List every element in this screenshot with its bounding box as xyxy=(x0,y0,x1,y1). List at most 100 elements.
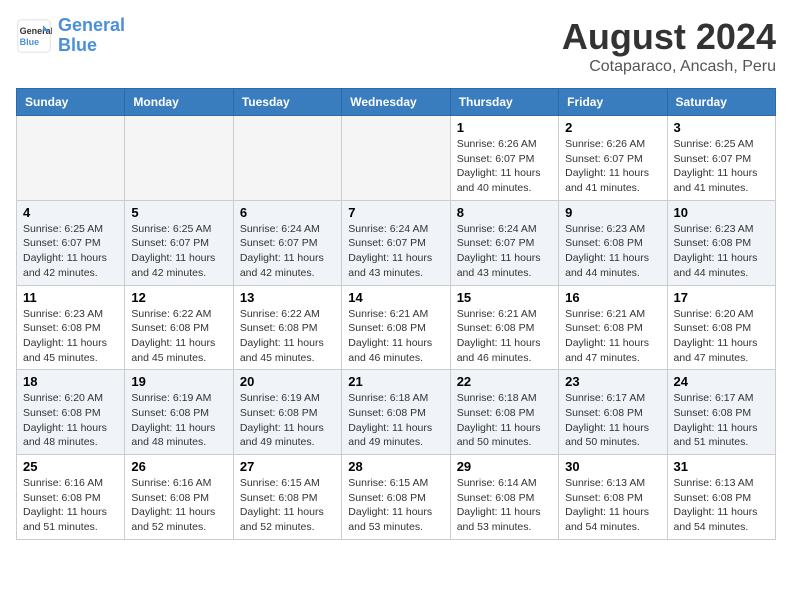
calendar-cell: 6Sunrise: 6:24 AM Sunset: 6:07 PM Daylig… xyxy=(233,200,341,285)
cell-date: 4 xyxy=(23,205,118,220)
cell-date: 3 xyxy=(674,120,769,135)
calendar-title: August 2024 xyxy=(562,16,776,58)
cell-date: 10 xyxy=(674,205,769,220)
cell-info: Sunrise: 6:20 AM Sunset: 6:08 PM Dayligh… xyxy=(674,307,769,366)
cell-info: Sunrise: 6:22 AM Sunset: 6:08 PM Dayligh… xyxy=(240,307,335,366)
calendar-cell: 13 Sunrise: 6:22 AM Sunset: 6:08 PM Dayli… xyxy=(233,285,341,370)
cell-info: Sunrise: 6:21 AM Sunset: 6:08 PM Dayligh… xyxy=(348,307,443,366)
cell-date: 12 xyxy=(131,290,226,305)
calendar-cell: 5 Sunrise: 6:25 AM Sunset: 6:07 PM Daylig… xyxy=(125,200,233,285)
cell-info: Sunrise: 6:15 AM Sunset: 6:08 PM Dayligh… xyxy=(348,476,443,535)
cell-info: Sunrise: 6:25 AM Sunset: 6:07 PM Dayligh… xyxy=(131,222,226,281)
calendar-cell: 27 Sunrise: 6:15 AM Sunset: 6:08 PM Dayli… xyxy=(233,455,341,540)
cell-date: 31 xyxy=(674,459,769,474)
cell-info: Sunrise: 6:18 AM Sunset: 6:08 PM Dayligh… xyxy=(457,391,552,450)
cell-date: 26 xyxy=(131,459,226,474)
calendar-cell: 12 Sunrise: 6:22 AM Sunset: 6:08 PM Dayli… xyxy=(125,285,233,370)
cell-date: 9 xyxy=(565,205,660,220)
calendar-cell xyxy=(342,116,450,201)
cell-date: 18 xyxy=(23,374,118,389)
cell-date: 5 xyxy=(131,205,226,220)
day-header-saturday: Saturday xyxy=(667,89,775,116)
day-header-wednesday: Wednesday xyxy=(342,89,450,116)
calendar-cell: 24 Sunrise: 6:17 AM Sunset: 6:08 PM Dayli… xyxy=(667,370,775,455)
calendar-cell: 18Sunrise: 6:20 AM Sunset: 6:08 PM Dayli… xyxy=(17,370,125,455)
cell-info: Sunrise: 6:14 AM Sunset: 6:08 PM Dayligh… xyxy=(457,476,552,535)
cell-date: 30 xyxy=(565,459,660,474)
title-section: August 2024 Cotaparaco, Ancash, Peru xyxy=(562,16,776,76)
calendar-cell: 23 Sunrise: 6:17 AM Sunset: 6:08 PM Dayli… xyxy=(559,370,667,455)
cell-info: Sunrise: 6:26 AM Sunset: 6:07 PM Dayligh… xyxy=(565,137,660,196)
cell-info: Sunrise: 6:18 AM Sunset: 6:08 PM Dayligh… xyxy=(348,391,443,450)
cell-info: Sunrise: 6:15 AM Sunset: 6:08 PM Dayligh… xyxy=(240,476,335,535)
cell-date: 7 xyxy=(348,205,443,220)
cell-date: 28 xyxy=(348,459,443,474)
cell-info: Sunrise: 6:23 AM Sunset: 6:08 PM Dayligh… xyxy=(674,222,769,281)
calendar-week-3: 11Sunrise: 6:23 AM Sunset: 6:08 PM Dayli… xyxy=(17,285,776,370)
cell-date: 17 xyxy=(674,290,769,305)
calendar-cell: 17 Sunrise: 6:20 AM Sunset: 6:08 PM Dayli… xyxy=(667,285,775,370)
calendar-cell: 22 Sunrise: 6:18 AM Sunset: 6:08 PM Dayli… xyxy=(450,370,558,455)
cell-date: 24 xyxy=(674,374,769,389)
page-header: General Blue GeneralBlue August 2024 Cot… xyxy=(16,16,776,76)
calendar-cell: 4 Sunrise: 6:25 AM Sunset: 6:07 PM Daylig… xyxy=(17,200,125,285)
cell-date: 2 xyxy=(565,120,660,135)
calendar-cell: 26Sunrise: 6:16 AM Sunset: 6:08 PM Dayli… xyxy=(125,455,233,540)
cell-date: 23 xyxy=(565,374,660,389)
calendar-cell: 8 Sunrise: 6:24 AM Sunset: 6:07 PM Daylig… xyxy=(450,200,558,285)
calendar-cell xyxy=(125,116,233,201)
calendar-header-row: SundayMondayTuesdayWednesdayThursdayFrid… xyxy=(17,89,776,116)
cell-info: Sunrise: 6:25 AM Sunset: 6:07 PM Dayligh… xyxy=(23,222,118,281)
day-header-monday: Monday xyxy=(125,89,233,116)
cell-info: Sunrise: 6:24 AM Sunset: 6:07 PM Dayligh… xyxy=(348,222,443,281)
calendar-cell: 30 Sunrise: 6:13 AM Sunset: 6:08 PM Dayli… xyxy=(559,455,667,540)
logo: General Blue GeneralBlue xyxy=(16,16,125,56)
cell-date: 1 xyxy=(457,120,552,135)
calendar-cell: 1 Sunrise: 6:26 AM Sunset: 6:07 PM Daylig… xyxy=(450,116,558,201)
calendar-table: SundayMondayTuesdayWednesdayThursdayFrid… xyxy=(16,88,776,540)
cell-date: 19 xyxy=(131,374,226,389)
calendar-week-1: 1 Sunrise: 6:26 AM Sunset: 6:07 PM Daylig… xyxy=(17,116,776,201)
cell-date: 16 xyxy=(565,290,660,305)
cell-info: Sunrise: 6:19 AM Sunset: 6:08 PM Dayligh… xyxy=(240,391,335,450)
cell-date: 14 xyxy=(348,290,443,305)
day-header-friday: Friday xyxy=(559,89,667,116)
calendar-cell: 16Sunrise: 6:21 AM Sunset: 6:08 PM Dayli… xyxy=(559,285,667,370)
cell-date: 6 xyxy=(240,205,335,220)
calendar-cell: 14 Sunrise: 6:21 AM Sunset: 6:08 PM Dayli… xyxy=(342,285,450,370)
calendar-subtitle: Cotaparaco, Ancash, Peru xyxy=(562,58,776,76)
calendar-cell: 19 Sunrise: 6:19 AM Sunset: 6:08 PM Dayli… xyxy=(125,370,233,455)
calendar-cell: 20Sunrise: 6:19 AM Sunset: 6:08 PM Dayli… xyxy=(233,370,341,455)
cell-date: 25 xyxy=(23,459,118,474)
calendar-cell: 11Sunrise: 6:23 AM Sunset: 6:08 PM Dayli… xyxy=(17,285,125,370)
cell-info: Sunrise: 6:13 AM Sunset: 6:08 PM Dayligh… xyxy=(565,476,660,535)
cell-info: Sunrise: 6:22 AM Sunset: 6:08 PM Dayligh… xyxy=(131,307,226,366)
calendar-cell: 15Sunrise: 6:21 AM Sunset: 6:08 PM Dayli… xyxy=(450,285,558,370)
cell-info: Sunrise: 6:17 AM Sunset: 6:08 PM Dayligh… xyxy=(674,391,769,450)
cell-info: Sunrise: 6:24 AM Sunset: 6:07 PM Dayligh… xyxy=(457,222,552,281)
calendar-cell: 2 Sunrise: 6:26 AM Sunset: 6:07 PM Daylig… xyxy=(559,116,667,201)
cell-date: 8 xyxy=(457,205,552,220)
calendar-body: 1 Sunrise: 6:26 AM Sunset: 6:07 PM Daylig… xyxy=(17,116,776,540)
cell-date: 13 xyxy=(240,290,335,305)
calendar-cell: 29 Sunrise: 6:14 AM Sunset: 6:08 PM Dayli… xyxy=(450,455,558,540)
cell-date: 22 xyxy=(457,374,552,389)
cell-date: 27 xyxy=(240,459,335,474)
calendar-cell xyxy=(17,116,125,201)
calendar-week-4: 18Sunrise: 6:20 AM Sunset: 6:08 PM Dayli… xyxy=(17,370,776,455)
cell-info: Sunrise: 6:19 AM Sunset: 6:08 PM Dayligh… xyxy=(131,391,226,450)
cell-info: Sunrise: 6:26 AM Sunset: 6:07 PM Dayligh… xyxy=(457,137,552,196)
cell-info: Sunrise: 6:25 AM Sunset: 6:07 PM Dayligh… xyxy=(674,137,769,196)
cell-info: Sunrise: 6:23 AM Sunset: 6:08 PM Dayligh… xyxy=(23,307,118,366)
calendar-week-2: 4 Sunrise: 6:25 AM Sunset: 6:07 PM Daylig… xyxy=(17,200,776,285)
svg-text:Blue: Blue xyxy=(20,37,40,47)
logo-text: GeneralBlue xyxy=(58,16,125,56)
cell-info: Sunrise: 6:17 AM Sunset: 6:08 PM Dayligh… xyxy=(565,391,660,450)
cell-info: Sunrise: 6:23 AM Sunset: 6:08 PM Dayligh… xyxy=(565,222,660,281)
calendar-cell: 28 Sunrise: 6:15 AM Sunset: 6:08 PM Dayli… xyxy=(342,455,450,540)
cell-date: 29 xyxy=(457,459,552,474)
day-header-thursday: Thursday xyxy=(450,89,558,116)
day-header-tuesday: Tuesday xyxy=(233,89,341,116)
cell-date: 21 xyxy=(348,374,443,389)
calendar-cell: 3 Sunrise: 6:25 AM Sunset: 6:07 PM Daylig… xyxy=(667,116,775,201)
